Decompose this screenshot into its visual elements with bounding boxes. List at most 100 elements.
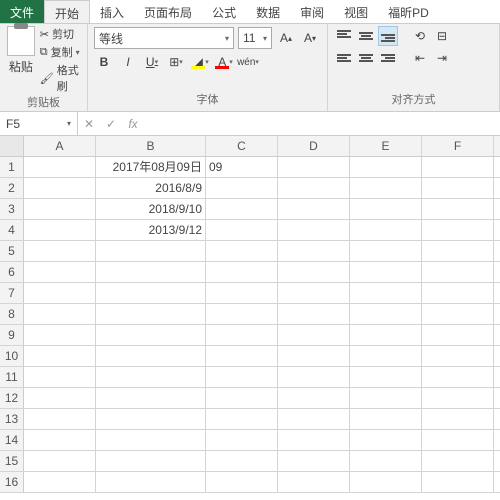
cell[interactable] (96, 409, 206, 429)
col-header-D[interactable]: D (278, 136, 350, 156)
name-box[interactable]: F5▾ (0, 112, 78, 135)
row-header[interactable]: 7 (0, 283, 24, 303)
cell[interactable] (422, 409, 494, 429)
tab-review[interactable]: 审阅 (290, 0, 334, 23)
cell[interactable] (24, 157, 96, 177)
cell[interactable] (206, 199, 278, 219)
cell[interactable] (278, 367, 350, 387)
border-button[interactable]: ⊞▾ (166, 52, 186, 72)
cell[interactable] (422, 304, 494, 324)
font-size-combo[interactable]: 11▾ (238, 27, 272, 49)
cell[interactable] (24, 220, 96, 240)
col-header-E[interactable]: E (350, 136, 422, 156)
cell[interactable] (206, 388, 278, 408)
cell[interactable] (278, 430, 350, 450)
cell[interactable] (422, 430, 494, 450)
cell[interactable] (350, 451, 422, 471)
cell[interactable] (24, 262, 96, 282)
underline-button[interactable]: U▾ (142, 52, 162, 72)
cell[interactable] (206, 241, 278, 261)
cell[interactable] (96, 283, 206, 303)
row-header[interactable]: 8 (0, 304, 24, 324)
cell[interactable] (206, 409, 278, 429)
cell[interactable] (278, 262, 350, 282)
align-left-button[interactable] (334, 48, 354, 68)
cell[interactable]: 2018/9/10 (96, 199, 206, 219)
align-bottom-button[interactable] (378, 26, 398, 46)
cell[interactable] (206, 178, 278, 198)
cell[interactable] (278, 409, 350, 429)
cell[interactable] (24, 283, 96, 303)
cell[interactable] (24, 304, 96, 324)
cell[interactable]: 2016/8/9 (96, 178, 206, 198)
cell[interactable] (278, 241, 350, 261)
select-all-corner[interactable] (0, 136, 24, 156)
shrink-font-button[interactable]: A▾ (300, 28, 320, 48)
cell[interactable] (350, 304, 422, 324)
cell[interactable] (350, 388, 422, 408)
cell[interactable] (96, 472, 206, 492)
cut-button[interactable]: ✂剪切 (40, 26, 81, 42)
cell[interactable] (206, 220, 278, 240)
tab-file[interactable]: 文件 (0, 0, 44, 23)
cell[interactable] (278, 346, 350, 366)
cell[interactable] (350, 430, 422, 450)
cell[interactable] (24, 241, 96, 261)
cell[interactable] (24, 388, 96, 408)
font-color-button[interactable]: A▾ (214, 52, 234, 72)
col-header-F[interactable]: F (422, 136, 494, 156)
cell[interactable] (278, 304, 350, 324)
italic-button[interactable]: I (118, 52, 138, 72)
cell[interactable] (350, 346, 422, 366)
fill-color-button[interactable]: ◢▾ (190, 52, 210, 72)
cell[interactable] (422, 241, 494, 261)
cell[interactable] (350, 262, 422, 282)
fx-button[interactable]: fx (122, 117, 144, 131)
cell[interactable] (278, 199, 350, 219)
col-header-C[interactable]: C (206, 136, 278, 156)
tab-layout[interactable]: 页面布局 (134, 0, 202, 23)
cell[interactable] (96, 367, 206, 387)
cell[interactable] (96, 388, 206, 408)
cell[interactable] (422, 262, 494, 282)
cell[interactable] (422, 283, 494, 303)
align-center-button[interactable] (356, 48, 376, 68)
wrap-button[interactable]: ⊟ (432, 26, 452, 46)
cell[interactable] (422, 388, 494, 408)
cell[interactable] (96, 346, 206, 366)
indent-dec-button[interactable]: ⇤ (410, 48, 430, 68)
row-header[interactable]: 5 (0, 241, 24, 261)
cell[interactable] (422, 178, 494, 198)
align-top-button[interactable] (334, 26, 354, 46)
bold-button[interactable]: B (94, 52, 114, 72)
row-header[interactable]: 3 (0, 199, 24, 219)
tab-insert[interactable]: 插入 (90, 0, 134, 23)
col-header-A[interactable]: A (24, 136, 96, 156)
row-header[interactable]: 12 (0, 388, 24, 408)
paste-button[interactable]: 粘贴 (6, 26, 36, 94)
cell[interactable]: 09 (206, 157, 278, 177)
cell[interactable] (206, 325, 278, 345)
row-header[interactable]: 16 (0, 472, 24, 492)
cell[interactable] (206, 367, 278, 387)
tab-view[interactable]: 视图 (334, 0, 378, 23)
painter-button[interactable]: 🖌格式刷 (40, 62, 81, 94)
cell[interactable] (422, 325, 494, 345)
orientation-button[interactable]: ⟲ (410, 26, 430, 46)
indent-inc-button[interactable]: ⇥ (432, 48, 452, 68)
col-header-B[interactable]: B (96, 136, 206, 156)
cell[interactable] (206, 283, 278, 303)
row-header[interactable]: 1 (0, 157, 24, 177)
cell[interactable] (422, 157, 494, 177)
tab-foxit[interactable]: 福昕PD (378, 0, 439, 23)
cell[interactable] (278, 220, 350, 240)
cell[interactable] (96, 451, 206, 471)
font-name-combo[interactable]: 等线▾ (94, 27, 234, 49)
row-header[interactable]: 13 (0, 409, 24, 429)
cell[interactable] (96, 304, 206, 324)
cell[interactable] (24, 178, 96, 198)
phonetic-button[interactable]: wén▾ (238, 52, 258, 72)
cell[interactable] (350, 325, 422, 345)
cell[interactable] (278, 283, 350, 303)
row-header[interactable]: 14 (0, 430, 24, 450)
